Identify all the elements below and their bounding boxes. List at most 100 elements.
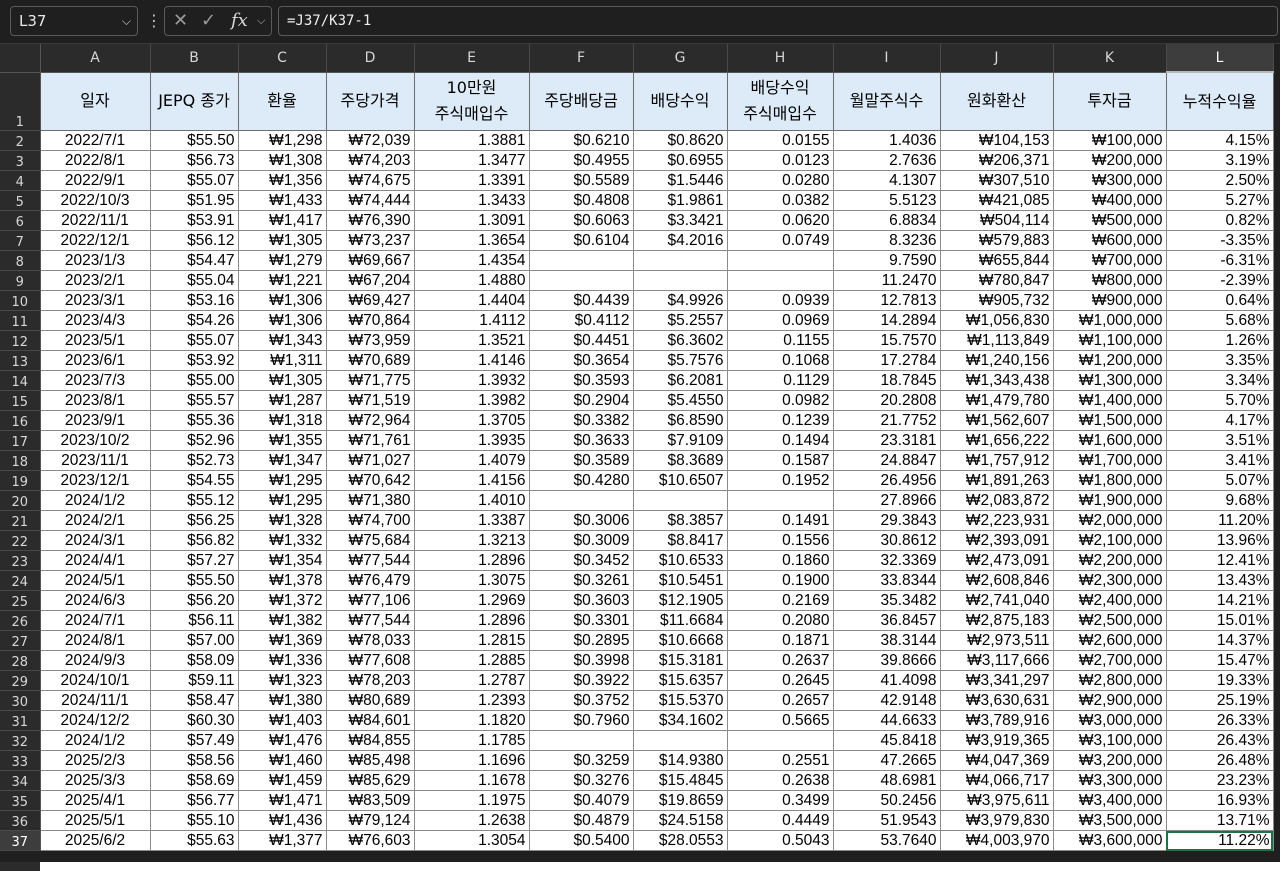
cell-j7[interactable]: ₩579,883 <box>939 230 1054 251</box>
cell-h17[interactable]: 0.1494 <box>726 430 834 451</box>
cell-e4[interactable]: 1.3391 <box>413 170 530 191</box>
cell-l36[interactable]: 13.71% <box>1165 810 1274 831</box>
cell-c23[interactable]: ₩1,354 <box>237 550 327 571</box>
cell-l17[interactable]: 3.51% <box>1165 430 1274 451</box>
cell-k28[interactable]: ₩2,700,000 <box>1052 650 1167 671</box>
cell-a12[interactable]: 2023/5/1 <box>39 330 151 351</box>
cell-g6[interactable]: $3.3421 <box>632 210 728 231</box>
cell-d19[interactable]: ₩70,642 <box>325 470 415 491</box>
cell-e20[interactable]: 1.4010 <box>413 490 530 511</box>
cell-l7[interactable]: -3.35% <box>1165 230 1274 251</box>
cell-f36[interactable]: $0.4879 <box>528 810 634 831</box>
cell-k17[interactable]: ₩1,600,000 <box>1052 430 1167 451</box>
cell-e5[interactable]: 1.3433 <box>413 190 530 211</box>
cell-a16[interactable]: 2023/9/1 <box>39 410 151 431</box>
cell-f31[interactable]: $0.7960 <box>528 710 634 731</box>
cell-l31[interactable]: 26.33% <box>1165 710 1274 731</box>
cell-c14[interactable]: ₩1,305 <box>237 370 327 391</box>
cell-e17[interactable]: 1.3935 <box>413 430 530 451</box>
cell-f12[interactable]: $0.4451 <box>528 330 634 351</box>
cell-i7[interactable]: 8.3236 <box>832 230 941 251</box>
select-all-corner[interactable] <box>0 44 41 73</box>
cell-b32[interactable]: $57.49 <box>149 730 239 751</box>
cell-l6[interactable]: 0.82% <box>1165 210 1274 231</box>
cell-k34[interactable]: ₩3,300,000 <box>1052 770 1167 791</box>
cell-e29[interactable]: 1.2787 <box>413 670 530 691</box>
cell-d35[interactable]: ₩83,509 <box>325 790 415 811</box>
cell-b5[interactable]: $51.95 <box>149 190 239 211</box>
cell-d27[interactable]: ₩78,033 <box>325 630 415 651</box>
cell-i17[interactable]: 23.3181 <box>832 430 941 451</box>
cell-i22[interactable]: 30.8612 <box>832 530 941 551</box>
cell-d2[interactable]: ₩72,039 <box>325 130 415 151</box>
cell-e12[interactable]: 1.3521 <box>413 330 530 351</box>
cell-b18[interactable]: $52.73 <box>149 450 239 471</box>
cell-c24[interactable]: ₩1,378 <box>237 570 327 591</box>
cell-i30[interactable]: 42.9148 <box>832 690 941 711</box>
cell-e34[interactable]: 1.1678 <box>413 770 530 791</box>
cell-i25[interactable]: 35.3482 <box>832 590 941 611</box>
cell-b25[interactable]: $56.20 <box>149 590 239 611</box>
cell-d28[interactable]: ₩77,608 <box>325 650 415 671</box>
cell-k29[interactable]: ₩2,800,000 <box>1052 670 1167 691</box>
cell-k30[interactable]: ₩2,900,000 <box>1052 690 1167 711</box>
cell-g34[interactable]: $15.4845 <box>632 770 728 791</box>
cell-h36[interactable]: 0.4449 <box>726 810 834 831</box>
cell-b23[interactable]: $57.27 <box>149 550 239 571</box>
cell-j19[interactable]: ₩1,891,263 <box>939 470 1054 491</box>
cell-k11[interactable]: ₩1,000,000 <box>1052 310 1167 331</box>
cell-h5[interactable]: 0.0382 <box>726 190 834 211</box>
header-cell-c[interactable]: 환율 <box>237 71 327 131</box>
cell-g21[interactable]: $8.3857 <box>632 510 728 531</box>
cell-k21[interactable]: ₩2,000,000 <box>1052 510 1167 531</box>
cell-f9[interactable] <box>528 270 634 291</box>
column-header-d[interactable]: D <box>326 44 415 73</box>
cell-i12[interactable]: 15.7570 <box>832 330 941 351</box>
cell-b31[interactable]: $60.30 <box>149 710 239 731</box>
cell-b14[interactable]: $55.00 <box>149 370 239 391</box>
cell-d9[interactable]: ₩67,204 <box>325 270 415 291</box>
header-cell-l[interactable]: 누적수익율 <box>1165 71 1274 131</box>
cell-h31[interactable]: 0.5665 <box>726 710 834 731</box>
cell-j4[interactable]: ₩307,510 <box>939 170 1054 191</box>
cell-g30[interactable]: $15.5370 <box>632 690 728 711</box>
cell-a3[interactable]: 2022/8/1 <box>39 150 151 171</box>
cell-l5[interactable]: 5.27% <box>1165 190 1274 211</box>
cell-d29[interactable]: ₩78,203 <box>325 670 415 691</box>
cell-j13[interactable]: ₩1,240,156 <box>939 350 1054 371</box>
cell-i19[interactable]: 26.4956 <box>832 470 941 491</box>
cell-g32[interactable] <box>632 730 728 751</box>
cell-d10[interactable]: ₩69,427 <box>325 290 415 311</box>
row-header-2[interactable]: 2 <box>0 130 41 151</box>
cell-i20[interactable]: 27.8966 <box>832 490 941 511</box>
cell-c27[interactable]: ₩1,369 <box>237 630 327 651</box>
cell-l21[interactable]: 11.20% <box>1165 510 1274 531</box>
cell-k18[interactable]: ₩1,700,000 <box>1052 450 1167 471</box>
row-header-7[interactable]: 7 <box>0 230 41 251</box>
cell-c31[interactable]: ₩1,403 <box>237 710 327 731</box>
cell-g29[interactable]: $15.6357 <box>632 670 728 691</box>
cell-g18[interactable]: $8.3689 <box>632 450 728 471</box>
cell-c26[interactable]: ₩1,382 <box>237 610 327 631</box>
row-header-26[interactable]: 26 <box>0 610 41 631</box>
cell-e30[interactable]: 1.2393 <box>413 690 530 711</box>
cell-a25[interactable]: 2024/6/3 <box>39 590 151 611</box>
column-header-a[interactable]: A <box>40 44 151 73</box>
cell-c21[interactable]: ₩1,328 <box>237 510 327 531</box>
cell-g35[interactable]: $19.8659 <box>632 790 728 811</box>
cell-l13[interactable]: 3.35% <box>1165 350 1274 371</box>
cell-f3[interactable]: $0.4955 <box>528 150 634 171</box>
cell-g7[interactable]: $4.2016 <box>632 230 728 251</box>
cell-e7[interactable]: 1.3654 <box>413 230 530 251</box>
cell-d15[interactable]: ₩71,519 <box>325 390 415 411</box>
cell-b9[interactable]: $55.04 <box>149 270 239 291</box>
cell-c7[interactable]: ₩1,305 <box>237 230 327 251</box>
cell-f30[interactable]: $0.3752 <box>528 690 634 711</box>
cell-e28[interactable]: 1.2885 <box>413 650 530 671</box>
cell-i6[interactable]: 6.8834 <box>832 210 941 231</box>
cell-l29[interactable]: 19.33% <box>1165 670 1274 691</box>
cell-h25[interactable]: 0.2169 <box>726 590 834 611</box>
row-header-5[interactable]: 5 <box>0 190 41 211</box>
cell-i16[interactable]: 21.7752 <box>832 410 941 431</box>
cell-f19[interactable]: $0.4280 <box>528 470 634 491</box>
